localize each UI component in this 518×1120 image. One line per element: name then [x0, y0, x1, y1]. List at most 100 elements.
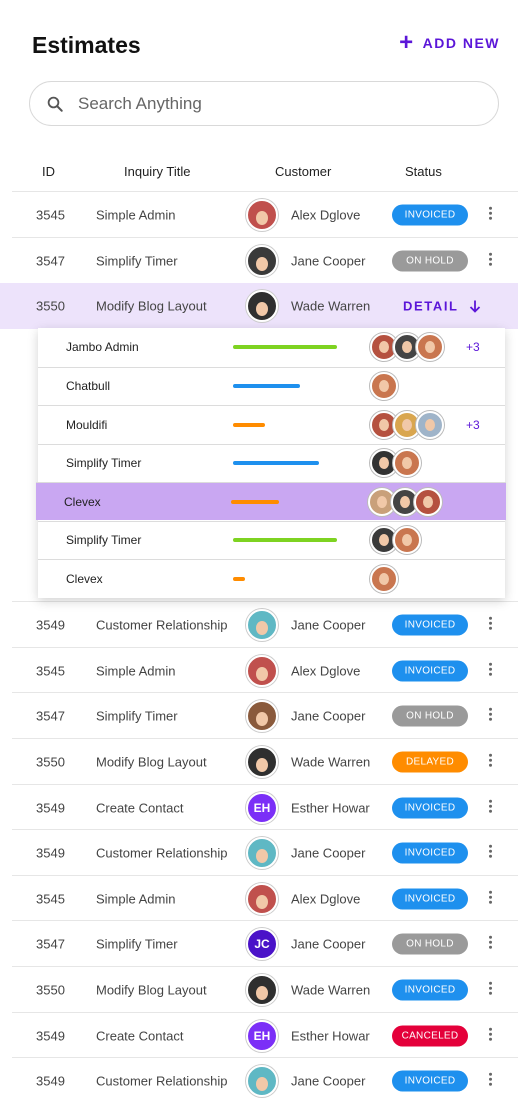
- progress-bar: [233, 461, 319, 465]
- add-new-label: ADD NEW: [422, 35, 500, 51]
- status-badge: ON HOLD: [392, 933, 468, 954]
- member-avatar: [370, 564, 398, 593]
- table-row-selected[interactable]: 3550 Modify Blog Layout Wade Warren DETAIL: [0, 283, 518, 329]
- more-options-icon[interactable]: [489, 250, 493, 267]
- row-customer-name: Wade Warren: [291, 298, 371, 314]
- row-customer-name: Alex Dglove: [291, 891, 361, 906]
- member-avatar: [416, 333, 444, 361]
- more-options-icon[interactable]: [489, 1070, 493, 1087]
- status-badge: INVOICED: [392, 614, 468, 635]
- face-shape: [402, 457, 412, 469]
- column-header-customer[interactable]: Customer: [275, 164, 331, 179]
- status-badge: DELAYED: [392, 751, 468, 772]
- more-options-icon[interactable]: [489, 842, 493, 859]
- status-badge: INVOICED: [392, 888, 468, 909]
- table-row[interactable]: 3547 Simplify Timer JC Jane Cooper ON HOLD: [12, 920, 518, 966]
- more-options-icon[interactable]: [489, 933, 493, 950]
- table-row[interactable]: 3549 Customer Relationship Jane Cooper INVO…: [12, 829, 518, 875]
- more-options-icon[interactable]: [489, 1025, 493, 1042]
- face-shape: [256, 210, 268, 225]
- table-row[interactable]: 3547 Simplify Timer Jane Cooper ON HOLD: [12, 237, 518, 283]
- face-shape: [256, 256, 268, 271]
- column-header-title[interactable]: Inquiry Title: [124, 164, 190, 179]
- face-shape: [256, 1076, 268, 1091]
- face-shape: [256, 711, 268, 726]
- table-row[interactable]: 3547 Simplify Timer Jane Cooper ON HOLD: [12, 692, 518, 738]
- detail-panel: Jambo Admin +3 Chatbull Mouldifi +3 Simplify …: [36, 328, 506, 598]
- row-id: 3545: [36, 891, 65, 906]
- project-name: Simplify Timer: [66, 533, 142, 547]
- avatar-initials: EH: [253, 1028, 271, 1043]
- detail-panel-item[interactable]: Simplify Timer: [38, 520, 505, 559]
- member-avatar: [416, 410, 444, 439]
- member-avatar: [414, 487, 442, 516]
- detail-toggle-button[interactable]: DETAIL: [403, 299, 481, 314]
- face-shape: [402, 418, 412, 431]
- progress-bar: [233, 384, 300, 388]
- row-customer-name: Wade Warren: [291, 754, 371, 769]
- team-avatars: [370, 333, 444, 361]
- table-row[interactable]: 3549 Create Contact EH Esther Howar INVOICED: [12, 784, 518, 830]
- more-options-icon[interactable]: [489, 979, 493, 996]
- more-options-icon[interactable]: [489, 204, 493, 221]
- customer-avatar: [246, 244, 278, 277]
- detail-panel-item[interactable]: Chatbull: [38, 366, 505, 405]
- row-inquiry-title: Customer Relationship: [96, 845, 228, 860]
- table-row[interactable]: 3549 Customer Relationship Jane Cooper INVO…: [12, 601, 518, 647]
- more-options-icon[interactable]: [489, 888, 493, 905]
- more-options-icon[interactable]: [489, 751, 493, 768]
- column-header-id[interactable]: ID: [42, 164, 55, 179]
- detail-panel-item[interactable]: Simplify Timer: [38, 443, 505, 482]
- table-row[interactable]: 3545 Simple Admin Alex Dglove INVOICED: [12, 875, 518, 921]
- progress-bar: [233, 345, 337, 349]
- customer-avatar: [246, 654, 278, 687]
- search-input[interactable]: [76, 92, 460, 115]
- row-customer-name: Wade Warren: [291, 982, 371, 997]
- more-members-count[interactable]: +3: [466, 340, 480, 354]
- customer-avatar: [246, 699, 278, 732]
- detail-panel-item[interactable]: Clevex: [38, 559, 505, 597]
- face-shape: [425, 418, 435, 431]
- more-members-count[interactable]: +3: [466, 418, 480, 432]
- row-customer-name: Jane Cooper: [291, 708, 366, 723]
- more-options-icon[interactable]: [489, 705, 493, 722]
- customer-avatar: [246, 608, 278, 641]
- progress-bar: [233, 538, 337, 542]
- status-badge: INVOICED: [392, 1070, 468, 1091]
- customer-avatar: EH: [246, 791, 278, 824]
- status-badge: ON HOLD: [392, 705, 468, 726]
- table-row[interactable]: 3545 Simple Admin Alex Dglove INVOICED: [12, 647, 518, 693]
- face-shape: [256, 894, 268, 909]
- face-shape: [256, 620, 268, 635]
- table-row[interactable]: 3550 Modify Blog Layout Wade Warren INVOICE…: [12, 966, 518, 1012]
- arrow-down-icon: [469, 300, 480, 313]
- table-row[interactable]: 3550 Modify Blog Layout Wade Warren DELAYED: [12, 738, 518, 784]
- table-row[interactable]: 3545 Simple Admin Alex Dglove INVOICED: [12, 191, 518, 237]
- face-shape: [256, 666, 268, 681]
- column-header-status[interactable]: Status: [405, 164, 442, 179]
- avatar-initials: EH: [253, 800, 271, 815]
- search-bar[interactable]: [29, 81, 499, 126]
- row-inquiry-title: Modify Blog Layout: [96, 754, 207, 769]
- table-row[interactable]: 3549 Create Contact EH Esther Howar CANCELED: [12, 1012, 518, 1058]
- row-id: 3547: [36, 936, 65, 951]
- more-options-icon[interactable]: [489, 797, 493, 814]
- detail-panel-item[interactable]: Jambo Admin +3: [38, 328, 505, 366]
- more-options-icon[interactable]: [489, 660, 493, 677]
- more-options-icon[interactable]: [489, 614, 493, 631]
- face-shape: [379, 341, 389, 353]
- row-id: 3550: [36, 298, 65, 314]
- row-id: 3545: [36, 663, 65, 678]
- customer-avatar: [246, 198, 278, 231]
- row-customer-name: Jane Cooper: [291, 1073, 366, 1088]
- face-shape: [402, 534, 412, 546]
- add-new-button[interactable]: + ADD NEW: [399, 31, 500, 55]
- row-id: 3549: [36, 617, 65, 632]
- detail-panel-item[interactable]: Mouldifi +3: [38, 405, 505, 443]
- search-icon: [47, 96, 63, 112]
- row-id: 3549: [36, 800, 65, 815]
- table-row[interactable]: 3549 Customer Relationship Jane Cooper INVO…: [12, 1057, 518, 1103]
- detail-panel-item[interactable]: Clevex: [36, 482, 506, 520]
- customer-avatar: [246, 745, 278, 778]
- row-customer-name: Esther Howar: [291, 1028, 370, 1043]
